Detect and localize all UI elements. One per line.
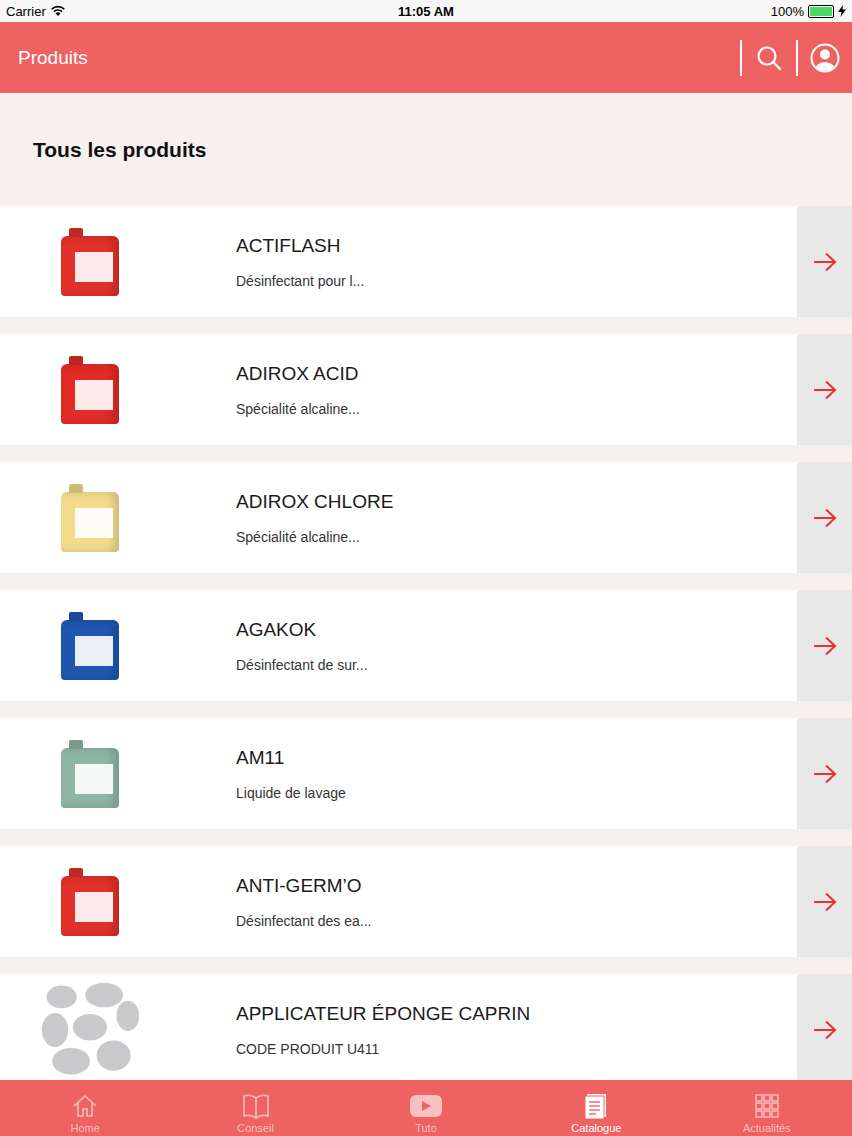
wifi-icon [50,5,66,17]
open-product-button[interactable] [797,462,852,573]
search-icon [756,45,782,71]
product-row[interactable]: ADIROX CHLORE Spécialité alcaline... [0,462,852,573]
arrow-right-icon [813,508,837,528]
tab-item[interactable]: Catalogue [511,1080,681,1136]
nav-bar: Produits [0,22,852,93]
charging-icon [838,5,846,17]
arrow-right-icon [813,636,837,656]
section-title: Tous les produits [33,138,206,162]
tab-label: Home [71,1122,100,1134]
open-product-button[interactable] [797,334,852,445]
product-image [0,590,180,701]
product-row[interactable]: AM11 Liquide de lavage [0,718,852,829]
product-name: ADIROX ACID [236,363,797,385]
grid-icon [753,1092,781,1120]
product-description: Spécialité alcaline... [236,401,797,417]
arrow-right-icon [813,380,837,400]
book-icon [241,1092,271,1120]
product-row[interactable]: AGAKOK Désinfectant de sur... [0,590,852,701]
product-image [0,846,180,957]
product-row[interactable]: APPLICATEUR ÉPONGE CAPRIN CODE PRODUIT U… [0,974,852,1080]
product-image [0,974,180,1080]
open-product-button[interactable] [797,718,852,829]
open-product-button[interactable] [797,846,852,957]
search-button[interactable] [742,22,796,93]
app-screen: Carrier 11:05 AM 100% Produits Tous les … [0,0,852,1136]
tab-item[interactable]: Tuto [341,1080,511,1136]
clock-text: 11:05 AM [0,4,852,19]
product-description: Spécialité alcaline... [236,529,797,545]
tab-label: Tuto [415,1122,437,1134]
product-name: ADIROX CHLORE [236,491,797,513]
battery-text: 100% [771,4,804,19]
product-description: CODE PRODUIT U411 [236,1041,797,1057]
tab-label: Catalogue [571,1122,621,1134]
open-product-button[interactable] [797,590,852,701]
arrow-right-icon [813,252,837,272]
sponge-icon [38,978,142,1081]
arrow-right-icon [813,892,837,912]
open-product-button[interactable] [797,974,852,1080]
product-name: AGAKOK [236,619,797,641]
battery-icon [808,5,834,18]
product-description: Liquide de lavage [236,785,797,801]
tab-label: Conseil [237,1122,274,1134]
home-icon [71,1092,99,1120]
status-bar: Carrier 11:05 AM 100% [0,0,852,22]
tab-item[interactable]: Actualités [682,1080,852,1136]
tab-item[interactable]: Home [0,1080,170,1136]
product-list: Tous les produits ACTIFLASH Désinfectant… [0,93,852,1080]
product-image [0,718,180,829]
profile-button[interactable] [798,22,852,93]
carrier-text: Carrier [6,4,46,19]
arrow-right-icon [813,764,837,784]
product-name: AM11 [236,747,797,769]
product-image [0,206,180,317]
arrow-right-icon [813,1020,837,1040]
product-row[interactable]: ACTIFLASH Désinfectant pour l... [0,206,852,317]
product-name: ANTI-GERM’O [236,875,797,897]
section-header: Tous les produits [0,93,852,206]
video-icon [409,1092,443,1120]
product-row[interactable]: ANTI-GERM’O Désinfectant des ea... [0,846,852,957]
user-icon [810,43,840,73]
product-name: APPLICATEUR ÉPONGE CAPRIN [236,1003,797,1025]
page-title: Produits [18,47,88,69]
tab-item[interactable]: Conseil [170,1080,340,1136]
tab-bar: Home Conseil Tuto Catalogue Actualités [0,1080,852,1136]
open-product-button[interactable] [797,206,852,317]
product-description: Désinfectant pour l... [236,273,797,289]
product-image [0,462,180,573]
product-description: Désinfectant des ea... [236,913,797,929]
product-row[interactable]: ADIROX ACID Spécialité alcaline... [0,334,852,445]
catalogue-icon [582,1092,610,1120]
product-name: ACTIFLASH [236,235,797,257]
product-description: Désinfectant de sur... [236,657,797,673]
tab-label: Actualités [743,1122,791,1134]
product-image [0,334,180,445]
